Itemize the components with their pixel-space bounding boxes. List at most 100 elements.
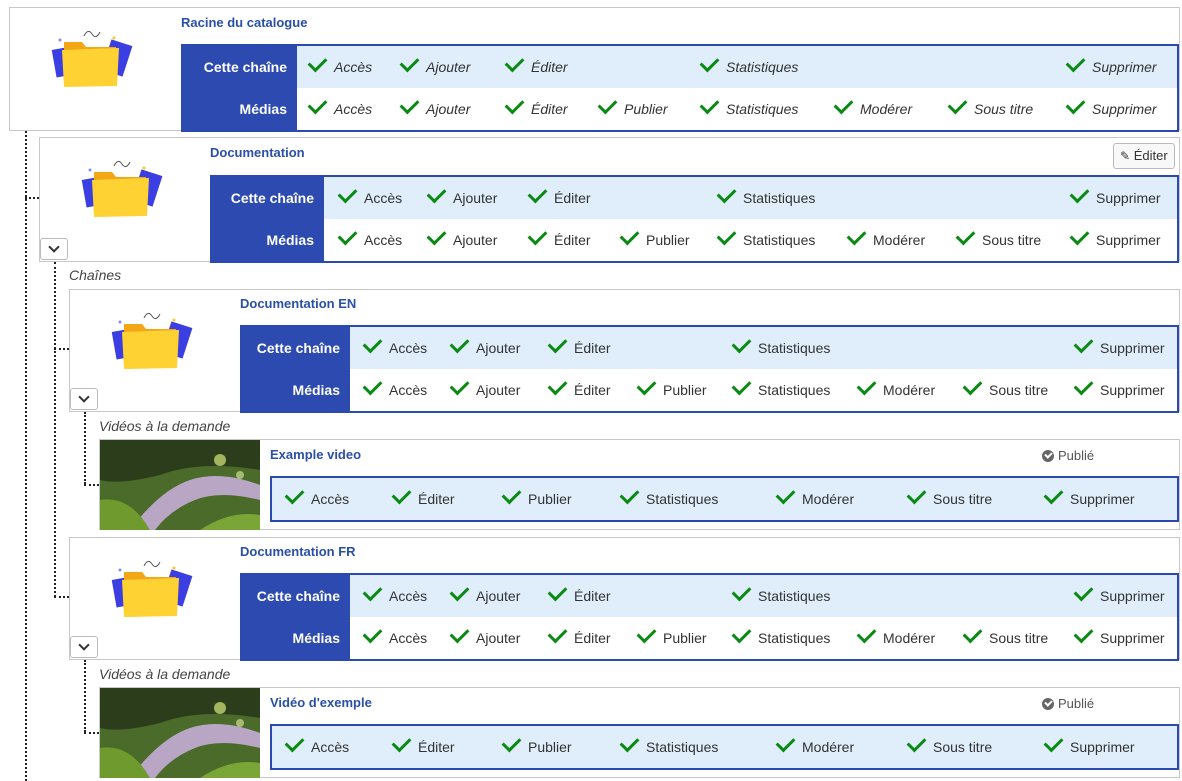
collapse-toggle[interactable] [70,636,98,658]
perm-access[interactable]: Accès [362,617,427,659]
perm-add[interactable]: Ajouter [426,177,497,219]
check-icon [619,732,640,753]
perm-add[interactable]: Ajouter [449,327,520,369]
video-thumbnail[interactable] [100,688,260,778]
video-thumbnail[interactable] [100,440,260,530]
perm-access[interactable]: Accès [362,575,427,617]
perm-delete[interactable]: Supprimer [1065,88,1157,130]
perm-access[interactable]: Accès [284,726,349,768]
root-catalog-title[interactable]: Racine du catalogue [181,15,307,30]
perm-stats[interactable]: Statistiques [619,478,718,520]
perm-access[interactable]: Accès [284,478,349,520]
perm-subtitle[interactable]: Sous titre [962,617,1048,659]
perm-add[interactable]: Ajouter [449,575,520,617]
perm-subtitle[interactable]: Sous titre [906,726,992,768]
perm-access[interactable]: Accès [337,177,402,219]
perm-add[interactable]: Ajouter [399,46,470,88]
perm-delete[interactable]: Supprimer [1069,177,1161,219]
perm-delete[interactable]: Supprimer [1065,46,1157,88]
perm-edit[interactable]: Éditer [504,88,568,130]
perm-edit[interactable]: Éditer [391,478,455,520]
perm-delete[interactable]: Supprimer [1073,617,1165,659]
documentation-fr-title[interactable]: Documentation FR [240,544,356,559]
check-icon [527,183,548,204]
example-video-fr-title[interactable]: Vidéo d'exemple [270,695,372,710]
check-circle-icon [1042,698,1054,710]
perm-subtitle[interactable]: Sous titre [906,478,992,520]
check-icon [1065,94,1086,115]
collapse-toggle[interactable] [40,238,68,260]
perm-moderate[interactable]: Modérer [775,478,854,520]
check-icon [731,375,752,396]
perm-subtitle[interactable]: Sous titre [962,369,1048,411]
perm-stats[interactable]: Statistiques [731,575,830,617]
perm-edit[interactable]: Éditer [527,177,591,219]
perm-delete[interactable]: Supprimer [1043,726,1135,768]
example-video-title[interactable]: Example video [270,447,361,462]
perm-add[interactable]: Ajouter [449,369,520,411]
perm-stats[interactable]: Statistiques [731,369,830,411]
check-icon [547,375,568,396]
perm-stats[interactable]: Statistiques [619,726,718,768]
perm-publish[interactable]: Publier [597,88,668,130]
collapse-toggle[interactable] [70,388,98,410]
check-icon [636,375,657,396]
perm-access[interactable]: Accès [337,219,402,261]
media-label: Médias [212,219,324,261]
perm-delete[interactable]: Supprimer [1073,327,1165,369]
perm-add[interactable]: Ajouter [449,617,520,659]
perm-edit[interactable]: Éditer [547,617,611,659]
perm-subtitle[interactable]: Sous titre [955,219,1041,261]
perm-edit[interactable]: Éditer [547,327,611,369]
documentation-title[interactable]: Documentation [210,145,305,160]
perm-access[interactable]: Accès [362,369,427,411]
perm-add[interactable]: Ajouter [399,88,470,130]
check-icon [391,732,412,753]
perm-moderate[interactable]: Modérer [856,369,935,411]
check-icon [716,183,737,204]
perm-moderate[interactable]: Modérer [775,726,854,768]
perm-stats[interactable]: Statistiques [716,177,815,219]
perm-stats[interactable]: Statistiques [699,46,798,88]
perm-edit[interactable]: Éditer [547,369,611,411]
documentation-en-title[interactable]: Documentation EN [240,296,356,311]
documentation-en-permissions-table: Cette chaîne Accès Ajouter Éditer Statis… [240,325,1179,413]
perm-stats[interactable]: Statistiques [699,88,798,130]
perm-edit[interactable]: Éditer [504,46,568,88]
perm-stats[interactable]: Statistiques [731,327,830,369]
perm-access[interactable]: Accès [362,327,427,369]
check-icon [597,94,618,115]
check-icon [619,484,640,505]
folder-icon [104,312,204,382]
perm-publish[interactable]: Publier [619,219,690,261]
perm-publish[interactable]: Publier [501,478,572,520]
perm-edit[interactable]: Éditer [527,219,591,261]
documentation-permissions-table: Cette chaîne Accès Ajouter Éditer Statis… [210,175,1179,263]
perm-edit[interactable]: Éditer [391,726,455,768]
perm-stats[interactable]: Statistiques [731,617,830,659]
check-icon [962,375,983,396]
perm-access[interactable]: Accès [307,88,372,130]
edit-button[interactable]: ✎ Éditer [1113,143,1175,169]
perm-moderate[interactable]: Modérer [833,88,912,130]
check-icon [1073,581,1094,602]
perm-edit[interactable]: Éditer [547,575,611,617]
check-icon [1073,375,1094,396]
check-icon [399,52,420,73]
perm-moderate[interactable]: Modérer [856,617,935,659]
perm-delete[interactable]: Supprimer [1073,369,1165,411]
perm-stats[interactable]: Statistiques [716,219,815,261]
example-video-permissions-table: Accès Éditer Publier Statistiques Modére… [270,476,1179,522]
perm-delete[interactable]: Supprimer [1073,575,1165,617]
perm-publish[interactable]: Publier [501,726,572,768]
perm-delete[interactable]: Supprimer [1043,478,1135,520]
perm-subtitle[interactable]: Sous titre [947,88,1033,130]
perm-delete[interactable]: Supprimer [1069,219,1161,261]
perm-add[interactable]: Ajouter [426,219,497,261]
perm-publish[interactable]: Publier [636,617,707,659]
perm-access[interactable]: Accès [307,46,372,88]
check-icon [501,484,522,505]
perm-moderate[interactable]: Modérer [846,219,925,261]
perm-publish[interactable]: Publier [636,369,707,411]
section-vod-label: Vidéos à la demande [99,666,231,682]
